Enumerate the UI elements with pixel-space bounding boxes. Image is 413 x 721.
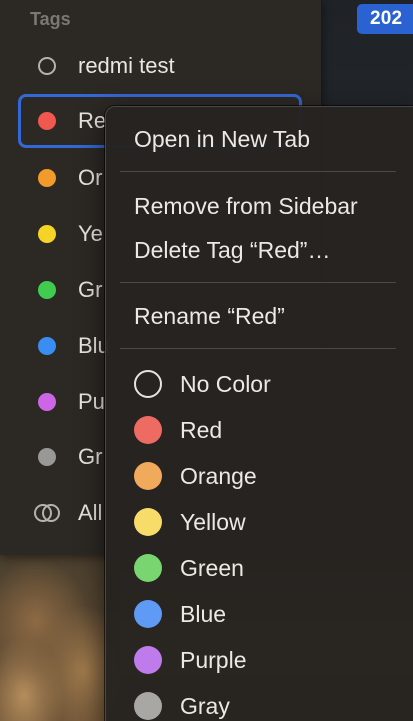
menu-remove-from-sidebar[interactable]: Remove from Sidebar xyxy=(134,189,358,223)
menu-color-orange[interactable]: Orange xyxy=(134,458,257,494)
tags-section-title: Tags xyxy=(30,9,71,29)
color-label: Green xyxy=(180,554,244,581)
menu-rename-tag[interactable]: Rename “Red” xyxy=(134,299,285,333)
color-label: Yellow xyxy=(180,508,246,535)
red-dot-icon xyxy=(38,112,56,130)
yellow-dot-icon xyxy=(38,225,56,243)
yellow-swatch-icon xyxy=(134,508,162,536)
color-label: Gray xyxy=(180,692,230,719)
sidebar-tag-label: Re xyxy=(78,108,107,133)
color-label: No Color xyxy=(180,370,271,397)
wallpaper-terrain xyxy=(0,555,120,721)
blue-dot-icon xyxy=(38,337,56,355)
color-label: Orange xyxy=(180,462,257,489)
sidebar-tag-label: Pu xyxy=(78,389,105,414)
color-label: Blue xyxy=(180,600,227,627)
sidebar-tag-label: All xyxy=(78,500,103,525)
menu-separator xyxy=(120,282,396,283)
orange-dot-icon xyxy=(38,169,56,187)
sidebar-tag-label: redmi test xyxy=(78,53,175,78)
no-color-circle-icon xyxy=(134,370,162,398)
all-tags-icon xyxy=(34,504,60,522)
menu-color-yellow[interactable]: Yellow xyxy=(134,504,246,540)
tag-context-menu: Open in New Tab Remove from Sidebar Dele… xyxy=(105,106,413,721)
purple-swatch-icon xyxy=(134,646,162,674)
menu-color-purple[interactable]: Purple xyxy=(134,642,246,678)
menu-color-none[interactable]: No Color xyxy=(134,366,271,402)
menu-delete-tag[interactable]: Delete Tag “Red”… xyxy=(134,233,330,267)
sidebar-tag-label: Gr xyxy=(78,277,103,302)
menu-open-in-new-tab[interactable]: Open in New Tab xyxy=(134,122,310,156)
date-badge: 202 xyxy=(357,4,413,34)
orange-swatch-icon xyxy=(134,462,162,490)
purple-dot-icon xyxy=(38,393,56,411)
color-label: Red xyxy=(180,416,223,443)
tag-empty-circle-icon xyxy=(38,57,56,75)
menu-separator xyxy=(120,348,396,349)
green-dot-icon xyxy=(38,281,56,299)
sidebar-tag-label: Or xyxy=(78,165,103,190)
sidebar-tag-label: Gr xyxy=(78,444,103,469)
green-swatch-icon xyxy=(134,554,162,582)
menu-separator xyxy=(120,171,396,172)
menu-color-blue[interactable]: Blue xyxy=(134,596,226,632)
menu-color-gray[interactable]: Gray xyxy=(134,688,230,721)
gray-swatch-icon xyxy=(134,692,162,720)
menu-color-green[interactable]: Green xyxy=(134,550,244,586)
color-label: Purple xyxy=(180,646,247,673)
sidebar-tag-label: Ye xyxy=(78,221,103,246)
blue-swatch-icon xyxy=(134,600,162,628)
sidebar-tag-redmi-test[interactable]: redmi test xyxy=(18,43,302,89)
menu-color-red[interactable]: Red xyxy=(134,412,222,448)
gray-dot-icon xyxy=(38,448,56,466)
red-swatch-icon xyxy=(134,416,162,444)
